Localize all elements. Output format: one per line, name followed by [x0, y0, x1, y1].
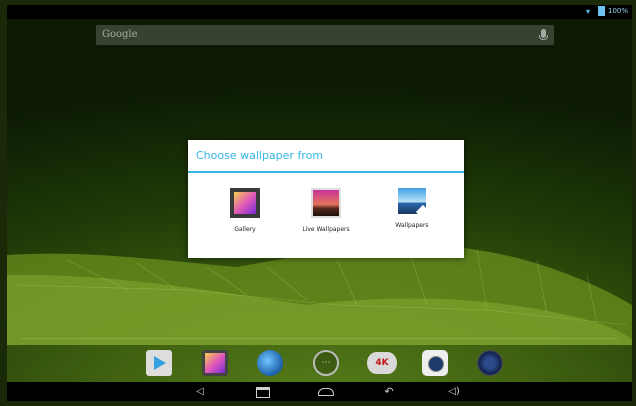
4k-player-icon[interactable]: 4K — [367, 352, 397, 374]
status-icons: ▾ 100% — [586, 6, 628, 16]
status-bar: ▾ 100% — [7, 5, 632, 19]
back-icon[interactable]: ↶ — [379, 385, 399, 398]
wallpapers-icon — [398, 188, 426, 214]
search-placeholder: Google — [102, 29, 138, 40]
gallery-icon — [230, 188, 260, 218]
all-apps-icon[interactable]: ⋯ — [313, 350, 339, 376]
live-wallpapers-icon — [311, 188, 341, 218]
volume-down-icon[interactable]: ◁ — [190, 385, 210, 398]
option-label: Wallpapers — [395, 222, 429, 229]
choose-wallpaper-dialog: Choose wallpaper from Gallery Live Wallp… — [188, 140, 464, 258]
option-wallpapers[interactable]: Wallpapers — [372, 188, 452, 229]
navigation-bar: ◁ ↶ ◁) — [7, 382, 632, 401]
recent-apps-icon[interactable] — [253, 385, 273, 398]
dock: ⋯ 4K — [7, 342, 632, 382]
wifi-icon: ▾ — [585, 6, 590, 16]
battery-icon — [597, 6, 605, 16]
home-icon[interactable] — [316, 385, 336, 398]
play-store-icon[interactable] — [146, 350, 172, 376]
dock-divider — [21, 338, 618, 339]
camera-icon[interactable] — [422, 350, 448, 376]
browser-icon[interactable] — [257, 350, 283, 376]
option-live-wallpapers[interactable]: Live Wallpapers — [286, 188, 366, 233]
option-label: Live Wallpapers — [302, 226, 350, 233]
mic-icon[interactable] — [539, 29, 548, 40]
dialog-title: Choose wallpaper from — [196, 149, 324, 162]
volume-up-icon[interactable]: ◁) — [444, 385, 464, 398]
option-label: Gallery — [234, 226, 256, 233]
option-gallery[interactable]: Gallery — [205, 188, 285, 233]
home-screen: ▾ 100% Google Choose wallpaper from Gall… — [7, 5, 632, 401]
google-search-bar[interactable]: Google — [96, 25, 554, 45]
gallery-icon[interactable] — [202, 350, 228, 376]
dialog-divider — [188, 171, 464, 173]
battery-percent: 100% — [607, 7, 628, 15]
music-icon[interactable] — [477, 350, 503, 376]
